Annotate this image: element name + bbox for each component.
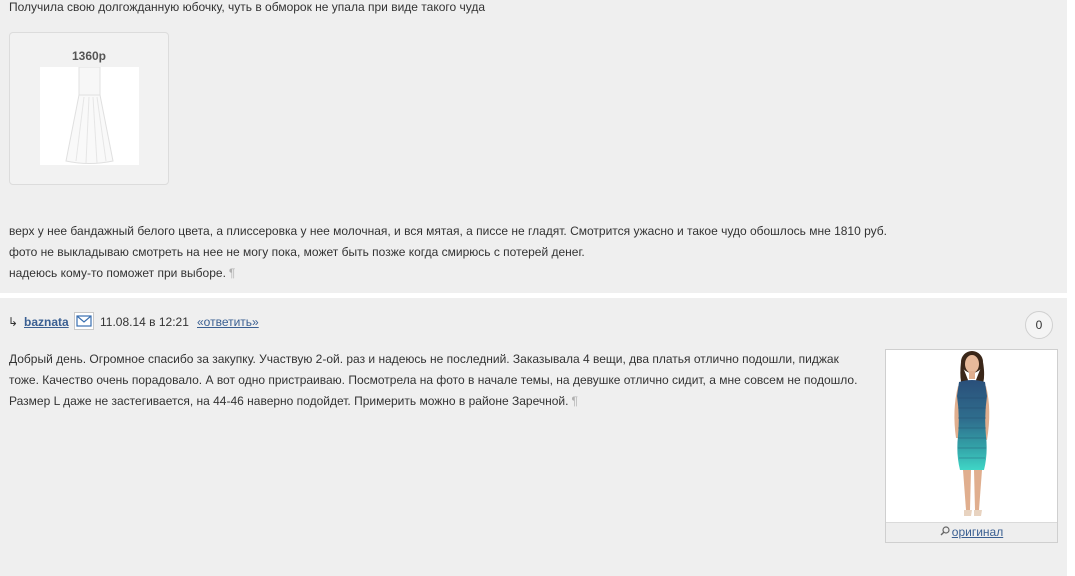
comment-text-line: Размер L даже не застегивается, на 44-46… (9, 391, 578, 411)
rating-badge[interactable]: 0 (1025, 311, 1053, 339)
post-block: Получила свою долгожданную юбочку, чуть … (0, 0, 1067, 293)
post-text-content: верх у нее бандажный белого цвета, а пли… (9, 224, 887, 238)
skirt-illustration (65, 66, 114, 164)
comment-text-content: Размер L даже не застегивается, на 44-46… (9, 394, 569, 408)
comment-text-content: тоже. Качество очень порадовало. А вот о… (9, 373, 858, 387)
comment-text-line: Добрый день. Огромное спасибо за закупку… (9, 349, 839, 369)
envelope-glyph (76, 315, 92, 327)
original-image-link[interactable]: оригинал (952, 525, 1003, 539)
dress-photo[interactable] (886, 350, 1057, 522)
pilcrow-mark: ¶ (228, 266, 236, 280)
comment-text-content: Добрый день. Огромное спасибо за закупку… (9, 352, 839, 366)
post-intro-text: Получила свою долгожданную юбочку, чуть … (9, 0, 486, 14)
post-text-line: фото не выкладываю смотреть на нее не мо… (9, 242, 585, 262)
product-card[interactable]: 1360р (9, 32, 169, 185)
magnifier-icon (940, 523, 950, 542)
post-text-line: надеюсь кому-то поможет при выборе. ¶ (9, 263, 235, 283)
comment-date: 11.08.14 в 12:21 (100, 315, 189, 329)
post-text-content: надеюсь кому-то поможет при выборе. (9, 266, 226, 280)
photo-caption: оригинал (886, 522, 1057, 542)
reply-link[interactable]: «ответить» (197, 314, 259, 330)
comment-text-line: тоже. Качество очень порадовало. А вот о… (9, 370, 857, 390)
post-text-line: верх у нее бандажный белого цвета, а пли… (9, 221, 887, 241)
author-link[interactable]: baznata (24, 314, 69, 330)
pilcrow-mark: ¶ (571, 394, 578, 408)
post-text-content: фото не выкладываю смотреть на нее не мо… (9, 245, 585, 259)
skirt-image[interactable] (40, 66, 139, 165)
product-price: 1360р (71, 49, 107, 63)
attached-photo: оригинал (885, 349, 1058, 543)
reply-arrow-icon: ↳ (8, 315, 19, 329)
envelope-icon[interactable] (74, 312, 94, 330)
dress-illustration (954, 351, 990, 516)
